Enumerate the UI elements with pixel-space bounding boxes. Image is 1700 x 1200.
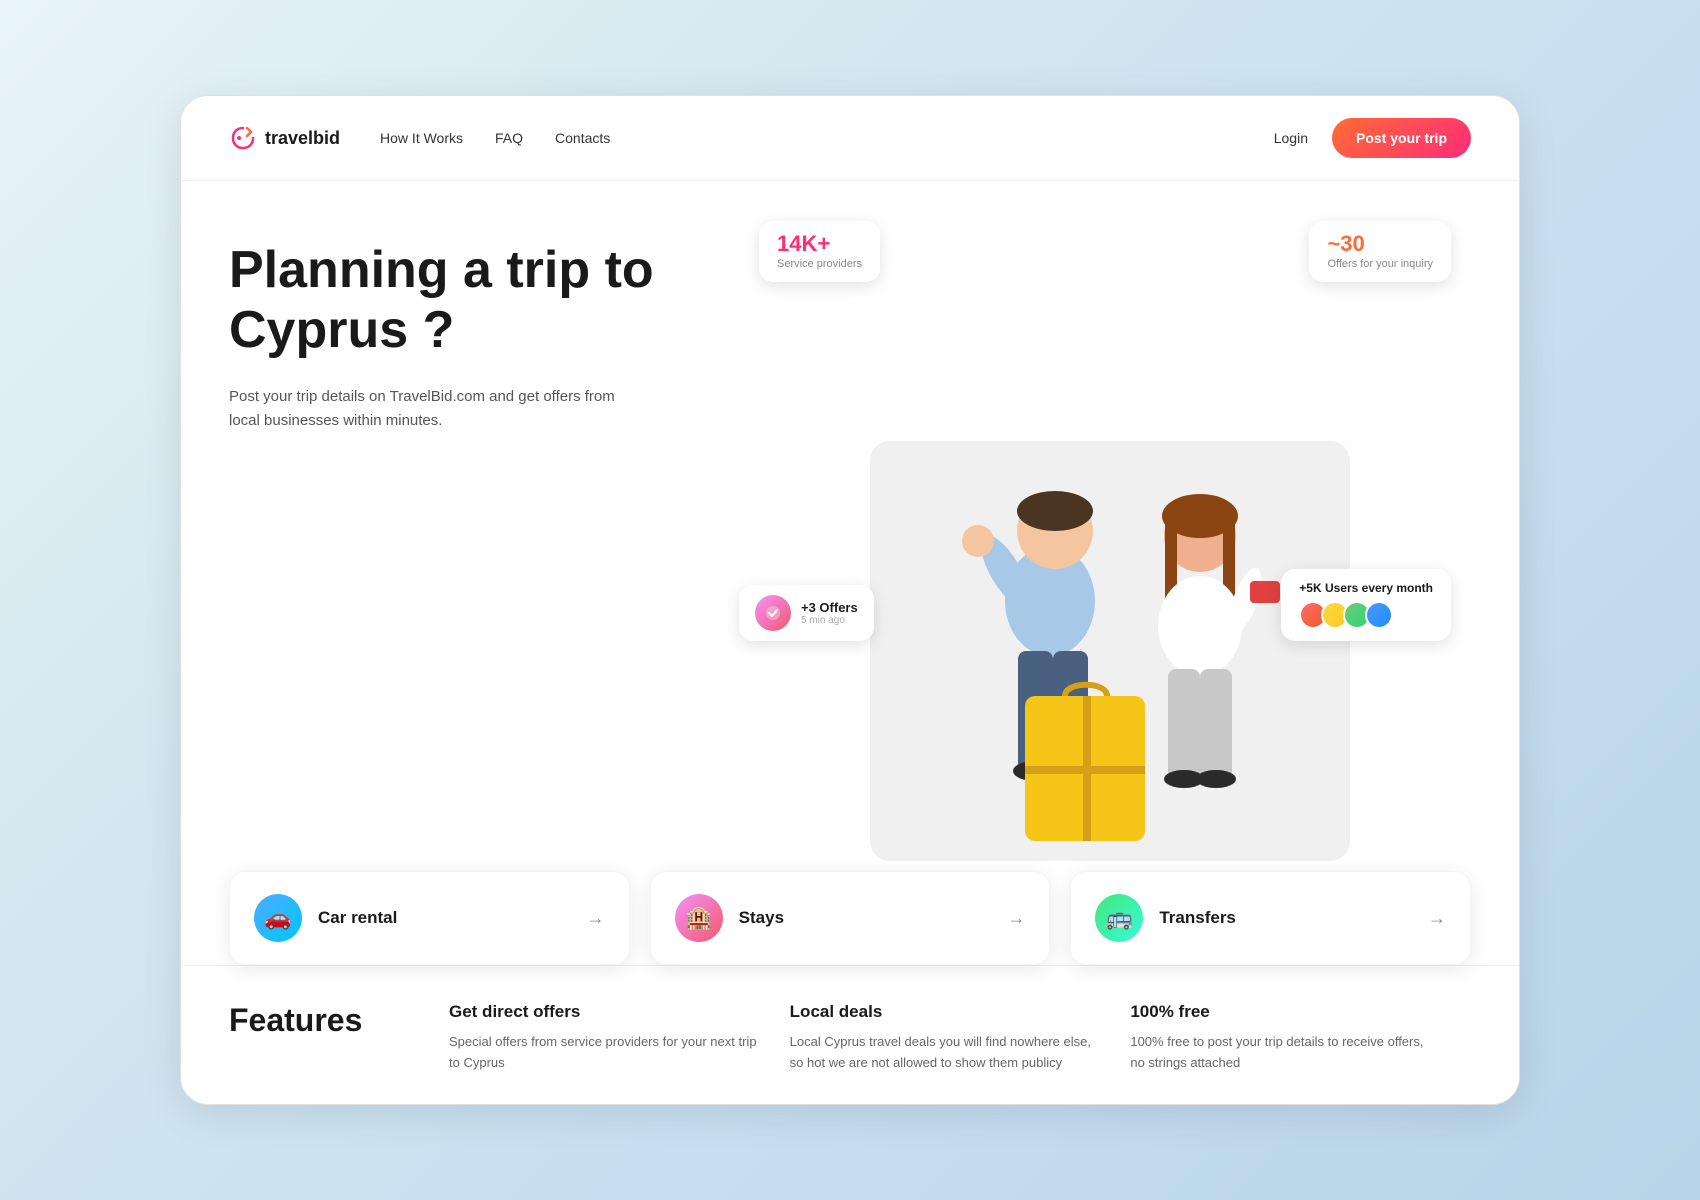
car-rental-icon: 🚗 bbox=[254, 894, 302, 942]
feature-free: 100% free 100% free to post your trip de… bbox=[1130, 1002, 1471, 1074]
header-actions: Login Post your trip bbox=[1274, 118, 1471, 158]
service-transfers[interactable]: 🚌 Transfers → bbox=[1070, 871, 1471, 965]
hero-svg-bg bbox=[870, 441, 1350, 861]
avatar-4 bbox=[1365, 601, 1393, 629]
nav-faq[interactable]: FAQ bbox=[495, 130, 523, 146]
transfers-icon: 🚌 bbox=[1095, 894, 1143, 942]
login-button[interactable]: Login bbox=[1274, 130, 1308, 146]
logo[interactable]: travelbid bbox=[229, 124, 340, 152]
stat-new-offers: +3 Offers 5 min ago bbox=[739, 585, 874, 641]
hero-right: 14K+ Service providers bbox=[749, 211, 1471, 861]
stays-label: Stays bbox=[739, 908, 992, 928]
hero-title: Planning a trip to Cyprus ? bbox=[229, 241, 749, 361]
stat-users-label: +5K Users every month bbox=[1299, 581, 1433, 595]
hero-left: Planning a trip to Cyprus ? Post your tr… bbox=[229, 211, 749, 861]
car-rental-arrow: → bbox=[587, 908, 605, 929]
features-section: Features Get direct offers Special offer… bbox=[181, 965, 1519, 1104]
stays-arrow: → bbox=[1007, 908, 1025, 929]
offer-sub: 5 min ago bbox=[801, 615, 858, 626]
suitcase-figure bbox=[1025, 681, 1145, 841]
stays-icon: 🏨 bbox=[675, 894, 723, 942]
feature-direct-offers-desc: Special offers from service providers fo… bbox=[449, 1032, 758, 1074]
logo-icon bbox=[229, 124, 257, 152]
service-cards-row: 🚗 Car rental → 🏨 Stays → 🚌 Transfers → bbox=[229, 871, 1471, 965]
nav-contacts[interactable]: Contacts bbox=[555, 130, 610, 146]
main-nav: How It Works FAQ Contacts bbox=[380, 130, 610, 146]
stat-offers: ~30 Offers for your inquiry bbox=[1309, 221, 1451, 282]
offer-svg bbox=[764, 604, 782, 622]
offer-main: +3 Offers bbox=[801, 600, 858, 615]
stat-providers-number: 14K+ bbox=[777, 233, 862, 255]
couple-illustration bbox=[870, 441, 1350, 861]
hero-image bbox=[870, 441, 1350, 861]
service-stays[interactable]: 🏨 Stays → bbox=[650, 871, 1051, 965]
transfers-label: Transfers bbox=[1159, 908, 1412, 928]
offer-icon bbox=[755, 595, 791, 631]
header: travelbid How It Works FAQ Contacts Logi… bbox=[181, 96, 1519, 181]
features-title-col: Features bbox=[229, 1002, 449, 1074]
service-car-rental[interactable]: 🚗 Car rental → bbox=[229, 871, 630, 965]
feature-free-title: 100% free bbox=[1130, 1002, 1439, 1022]
stat-providers-label: Service providers bbox=[777, 258, 862, 270]
page-card: travelbid How It Works FAQ Contacts Logi… bbox=[180, 95, 1520, 1105]
stat-offers-number: ~30 bbox=[1327, 233, 1433, 255]
hero-subtitle: Post your trip details on TravelBid.com … bbox=[229, 385, 629, 433]
user-avatars bbox=[1299, 601, 1433, 629]
stat-users: +5K Users every month bbox=[1281, 569, 1451, 641]
car-rental-label: Car rental bbox=[318, 908, 571, 928]
feature-direct-offers-title: Get direct offers bbox=[449, 1002, 758, 1022]
offer-text: +3 Offers 5 min ago bbox=[801, 600, 858, 626]
stat-offers-label: Offers for your inquiry bbox=[1327, 258, 1433, 270]
feature-local-deals: Local deals Local Cyprus travel deals yo… bbox=[790, 1002, 1131, 1074]
feature-free-desc: 100% free to post your trip details to r… bbox=[1130, 1032, 1439, 1074]
feature-local-deals-title: Local deals bbox=[790, 1002, 1099, 1022]
feature-local-deals-desc: Local Cyprus travel deals you will find … bbox=[790, 1032, 1099, 1074]
stat-providers: 14K+ Service providers bbox=[759, 221, 880, 282]
features-title: Features bbox=[229, 1002, 449, 1039]
services-section: 🚗 Car rental → 🏨 Stays → 🚌 Transfers → bbox=[181, 871, 1519, 965]
nav-how-it-works[interactable]: How It Works bbox=[380, 130, 463, 146]
post-trip-button[interactable]: Post your trip bbox=[1332, 118, 1471, 158]
feature-direct-offers: Get direct offers Special offers from se… bbox=[449, 1002, 790, 1074]
transfers-arrow: → bbox=[1428, 908, 1446, 929]
main-content: Planning a trip to Cyprus ? Post your tr… bbox=[181, 181, 1519, 861]
